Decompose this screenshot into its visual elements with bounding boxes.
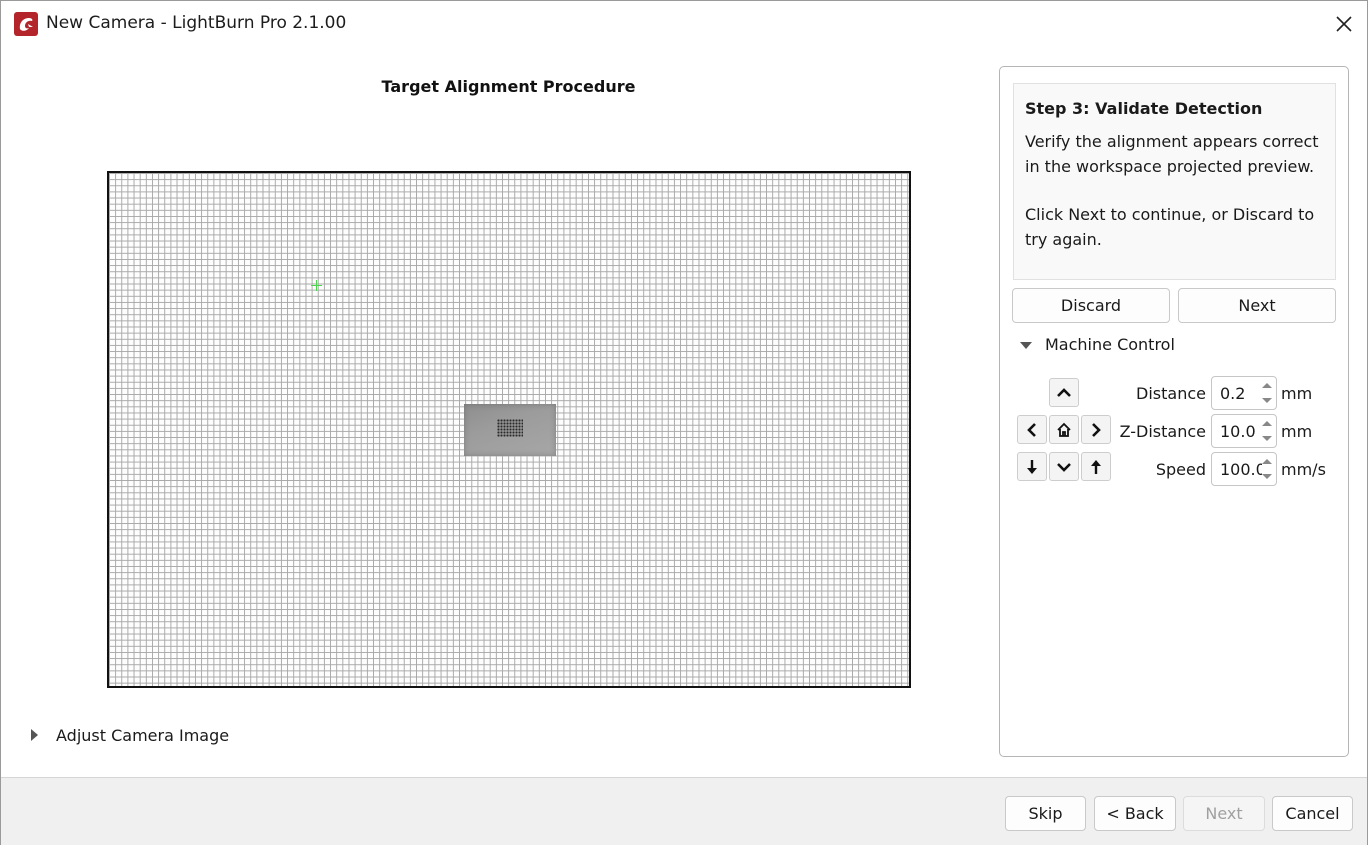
next-button[interactable]: Next	[1183, 796, 1265, 831]
speed-increment-button[interactable]	[1259, 455, 1274, 469]
jog-z-down-button[interactable]	[1017, 452, 1047, 481]
distance-unit: mm	[1281, 384, 1313, 403]
target-dot-pattern	[497, 419, 523, 437]
back-button[interactable]: < Back	[1094, 796, 1176, 831]
z-distance-increment-button[interactable]	[1259, 417, 1274, 431]
distance-label: Distance	[1136, 384, 1206, 403]
skip-button[interactable]: Skip	[1005, 796, 1086, 831]
speed-input[interactable]	[1214, 458, 1262, 480]
arrow-right-icon	[1092, 423, 1101, 437]
z-distance-unit: mm	[1281, 422, 1313, 441]
step-text-line1: Verify the alignment appears correct in …	[1025, 132, 1319, 176]
dialog-footer: Skip < Back Next Cancel	[1, 777, 1367, 845]
lightburn-logo-icon	[14, 12, 38, 36]
step-instructions: Step 3: Validate Detection Verify the al…	[1013, 83, 1336, 280]
z-distance-label: Z-Distance	[1119, 422, 1206, 441]
arrow-left-icon	[1027, 423, 1036, 437]
next-button-label: Next	[1205, 804, 1243, 823]
discard-button[interactable]: Discard	[1012, 288, 1170, 323]
window-title: New Camera - LightBurn Pro 2.1.00	[46, 13, 347, 33]
jog-down-button[interactable]	[1049, 452, 1079, 481]
skip-button-label: Skip	[1028, 804, 1063, 823]
title-bar: New Camera - LightBurn Pro 2.1.00	[1, 1, 1367, 46]
home-icon	[1057, 422, 1071, 437]
z-distance-decrement-button[interactable]	[1259, 432, 1274, 446]
step-next-button-label: Next	[1238, 296, 1276, 315]
step-next-button[interactable]: Next	[1178, 288, 1336, 323]
chevron-down-icon	[1020, 342, 1032, 349]
distance-increment-button[interactable]	[1259, 379, 1274, 393]
z-down-icon	[1027, 460, 1037, 474]
jog-left-button[interactable]	[1017, 415, 1047, 444]
close-button[interactable]	[1321, 5, 1367, 43]
adjust-camera-image-label: Adjust Camera Image	[56, 726, 230, 745]
jog-z-up-button[interactable]	[1081, 452, 1111, 481]
cancel-button-label: Cancel	[1285, 804, 1340, 823]
target-crosshair-icon	[311, 280, 322, 291]
back-button-label: < Back	[1106, 804, 1164, 823]
jog-up-button[interactable]	[1049, 378, 1079, 407]
speed-spinbox[interactable]	[1211, 452, 1277, 486]
page-title: Target Alignment Procedure	[381, 77, 636, 96]
speed-label: Speed	[1155, 460, 1206, 479]
discard-button-label: Discard	[1060, 296, 1122, 315]
captured-target-image	[464, 404, 556, 456]
z-distance-spinbox[interactable]	[1211, 414, 1277, 448]
speed-decrement-button[interactable]	[1259, 470, 1274, 484]
close-icon	[1336, 16, 1352, 32]
jog-right-button[interactable]	[1081, 415, 1111, 444]
chevron-right-icon	[31, 729, 38, 741]
z-up-icon	[1091, 460, 1101, 474]
camera-preview-grid[interactable]	[107, 171, 911, 688]
step-description: Verify the alignment appears correct in …	[1025, 130, 1325, 252]
jog-home-button[interactable]	[1049, 415, 1079, 444]
distance-decrement-button[interactable]	[1259, 394, 1274, 408]
step-title: Step 3: Validate Detection	[1025, 99, 1263, 118]
distance-spinbox[interactable]	[1211, 376, 1277, 410]
side-panel: Step 3: Validate Detection Verify the al…	[999, 66, 1349, 757]
dialog-window: New Camera - LightBurn Pro 2.1.00 Target…	[0, 0, 1368, 845]
distance-input[interactable]	[1214, 382, 1262, 404]
cancel-button[interactable]: Cancel	[1272, 796, 1353, 831]
z-distance-input[interactable]	[1214, 420, 1262, 442]
step-text-line2: Click Next to continue, or Discard to tr…	[1025, 205, 1315, 249]
machine-control-label: Machine Control	[1045, 335, 1175, 354]
speed-unit: mm/s	[1281, 460, 1326, 479]
arrow-up-icon	[1057, 388, 1071, 397]
arrow-down-icon	[1057, 463, 1071, 472]
